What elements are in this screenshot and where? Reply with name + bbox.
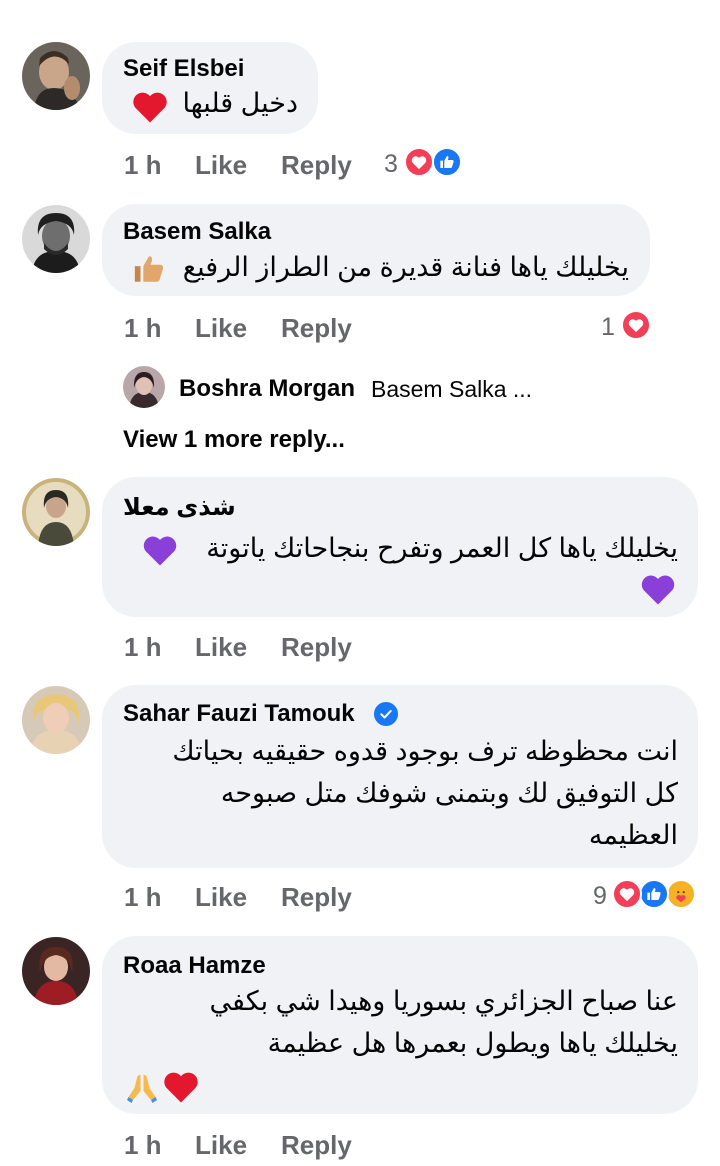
comment-text-line: عنا صباح الجزائري بسوريا وهيدا شي بكفي <box>209 986 678 1016</box>
like-button[interactable]: Like <box>195 150 247 181</box>
red-heart-icon <box>131 90 169 129</box>
reaction-count: 1 <box>601 313 615 341</box>
comment-text-line: العظيمه <box>588 820 678 850</box>
purple-heart-icon <box>640 573 676 611</box>
comment-text-line: انت محظوظه ترف بوجود قدوه حقيقيه بحياتك <box>172 736 678 766</box>
like-reaction-icon <box>639 879 669 909</box>
avatar[interactable] <box>22 686 90 754</box>
love-reaction-icon <box>621 310 651 340</box>
reply-button[interactable]: Reply <box>281 1130 352 1161</box>
like-button[interactable]: Like <box>195 632 247 663</box>
comment-time[interactable]: 1 h <box>124 1130 162 1161</box>
comment-author[interactable]: Basem Salka <box>123 218 271 246</box>
red-heart-icon <box>162 1070 200 1109</box>
reply-button[interactable]: Reply <box>281 632 352 663</box>
thumbs-up-icon <box>132 252 166 291</box>
comment-time[interactable]: 1 h <box>124 313 162 344</box>
comment-author[interactable]: شذى معلا <box>123 493 236 522</box>
reply-button[interactable]: Reply <box>281 313 352 344</box>
like-button[interactable]: Like <box>195 882 247 913</box>
reaction-count: 3 <box>384 150 398 178</box>
like-reaction-icon <box>432 147 462 177</box>
love-reaction-icon <box>612 879 642 909</box>
reaction-count: 9 <box>593 882 607 910</box>
love-reaction-icon <box>404 147 434 177</box>
verified-badge-icon <box>374 702 398 726</box>
comment-time[interactable]: 1 h <box>124 632 162 663</box>
care-reaction-icon <box>666 879 696 909</box>
comment-time[interactable]: 1 h <box>124 150 162 181</box>
avatar[interactable] <box>22 937 90 1005</box>
avatar[interactable] <box>22 42 90 110</box>
avatar[interactable] <box>123 366 165 408</box>
comment-author[interactable]: Sahar Fauzi Tamouk <box>123 700 355 728</box>
comment-time[interactable]: 1 h <box>124 882 162 913</box>
reply-snippet: Basem Salka ... <box>371 376 533 402</box>
reply-author[interactable]: Boshra Morgan <box>179 375 355 403</box>
like-button[interactable]: Like <box>195 313 247 344</box>
comment-text-line: يخليلك ياها ويطول بعمرها هل عظيمة <box>267 1028 678 1058</box>
purple-heart-icon <box>142 534 178 572</box>
comment-text: يخليلك ياها كل العمر وتفرح بنجاحاتك ياتو… <box>206 533 678 563</box>
avatar[interactable] <box>22 205 90 273</box>
like-button[interactable]: Like <box>195 1130 247 1161</box>
comment-text: يخليلك ياها فنانة قديرة من الطراز الرفيع <box>182 252 629 282</box>
comment-text: دخيل قلبها <box>182 88 298 118</box>
avatar[interactable] <box>22 478 90 546</box>
comment-author[interactable]: Seif Elsbei <box>123 55 244 83</box>
reply-button[interactable]: Reply <box>281 150 352 181</box>
folded-hands-icon <box>124 1070 160 1111</box>
view-more-replies-link[interactable]: View 1 more reply... <box>123 426 345 454</box>
reply-button[interactable]: Reply <box>281 882 352 913</box>
comment-author[interactable]: Roaa Hamze <box>123 952 266 980</box>
comment-text-line: كل التوفيق لك وبتمنى شوفك متل صبوحه <box>220 778 678 808</box>
